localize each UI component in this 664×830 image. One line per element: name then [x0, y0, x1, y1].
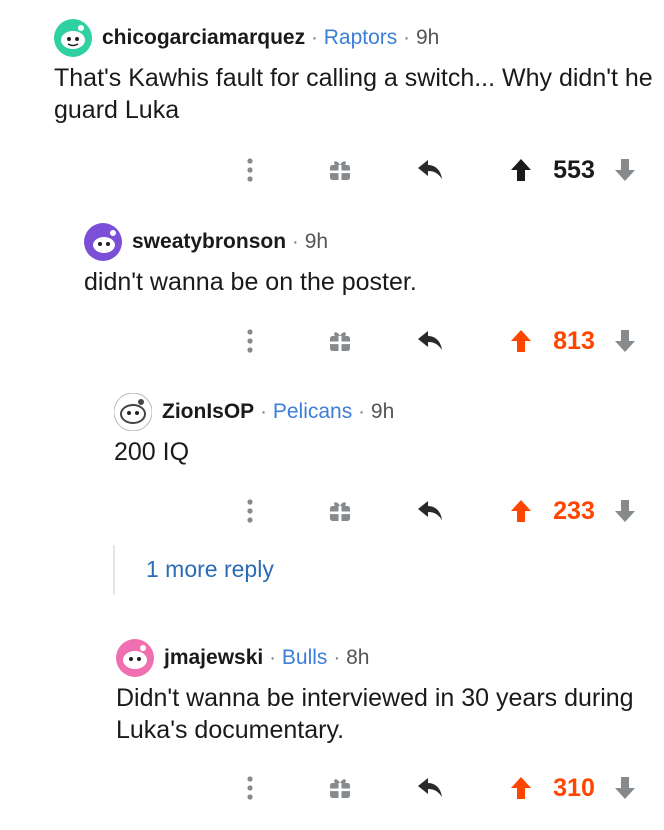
comment: ZionIsOP · Pelicans · 9h 200 IQ: [114, 392, 664, 468]
separator-dot: ·: [292, 230, 299, 253]
user-flair: Pelicans: [272, 400, 353, 423]
username[interactable]: chicogarciamarquez: [102, 26, 305, 50]
user-avatar-icon[interactable]: [54, 19, 92, 57]
award-icon[interactable]: [326, 770, 354, 806]
upvote-icon[interactable]: [508, 323, 534, 359]
reply-icon[interactable]: [414, 493, 446, 529]
comment-body: That's Kawhis fault for calling a switch…: [54, 64, 653, 124]
separator-dot: ·: [333, 646, 341, 669]
reply-icon[interactable]: [414, 770, 446, 806]
upvote-icon[interactable]: [508, 770, 534, 806]
reply-icon[interactable]: [414, 152, 446, 188]
comment: jmajewski · Bulls · 8h Didn't wanna be i…: [116, 638, 664, 746]
comment: sweatybronson · 9h didn't wanna be on th…: [84, 222, 664, 298]
user-avatar-icon[interactable]: [84, 223, 122, 261]
downvote-icon[interactable]: [612, 323, 638, 359]
comment-body: didn't wanna be on the poster.: [84, 268, 417, 296]
award-icon[interactable]: [326, 493, 354, 529]
username[interactable]: jmajewski: [164, 646, 263, 670]
comment-actions: 233: [0, 493, 664, 529]
user-avatar-icon[interactable]: [116, 639, 154, 677]
more-icon[interactable]: [238, 770, 262, 806]
comment-time: 8h: [346, 646, 370, 669]
more-replies-link[interactable]: 1 more reply: [146, 556, 274, 583]
user-flair: Raptors: [323, 26, 398, 49]
separator-dot: ·: [260, 400, 267, 423]
more-icon[interactable]: [238, 323, 262, 359]
comment: chicogarciamarquez · Raptors · 9h That's…: [54, 18, 664, 126]
upvote-icon[interactable]: [508, 152, 534, 188]
more-icon[interactable]: [238, 152, 262, 188]
comment-time: 9h: [304, 230, 329, 253]
upvote-icon[interactable]: [508, 493, 534, 529]
award-icon[interactable]: [326, 323, 354, 359]
comment-body: Didn't wanna be interviewed in 30 years …: [116, 684, 634, 744]
username[interactable]: ZionIsOP: [162, 400, 254, 424]
reply-icon[interactable]: [414, 323, 446, 359]
user-avatar-icon[interactable]: [114, 393, 152, 431]
separator-dot: ·: [311, 26, 318, 49]
separator-dot: ·: [269, 646, 276, 669]
more-icon[interactable]: [238, 493, 262, 529]
comment-time: 9h: [370, 400, 395, 423]
separator-dot: ·: [358, 400, 365, 423]
vote-score: 233: [553, 496, 595, 525]
comment-body: 200 IQ: [114, 438, 190, 466]
comment-actions: 813: [0, 323, 664, 359]
award-icon[interactable]: [326, 152, 354, 188]
thread-line: [113, 545, 115, 595]
downvote-icon[interactable]: [612, 493, 638, 529]
user-flair: Bulls: [281, 646, 328, 669]
downvote-icon[interactable]: [612, 152, 638, 188]
username[interactable]: sweatybronson: [132, 230, 286, 254]
vote-score: 310: [553, 773, 595, 802]
separator-dot: ·: [403, 26, 410, 49]
vote-score: 813: [553, 326, 595, 355]
vote-score: 553: [553, 155, 595, 184]
downvote-icon[interactable]: [612, 770, 638, 806]
comment-time: 9h: [415, 26, 440, 49]
comment-actions: 310: [0, 770, 664, 806]
comment-actions: 553: [0, 152, 664, 188]
